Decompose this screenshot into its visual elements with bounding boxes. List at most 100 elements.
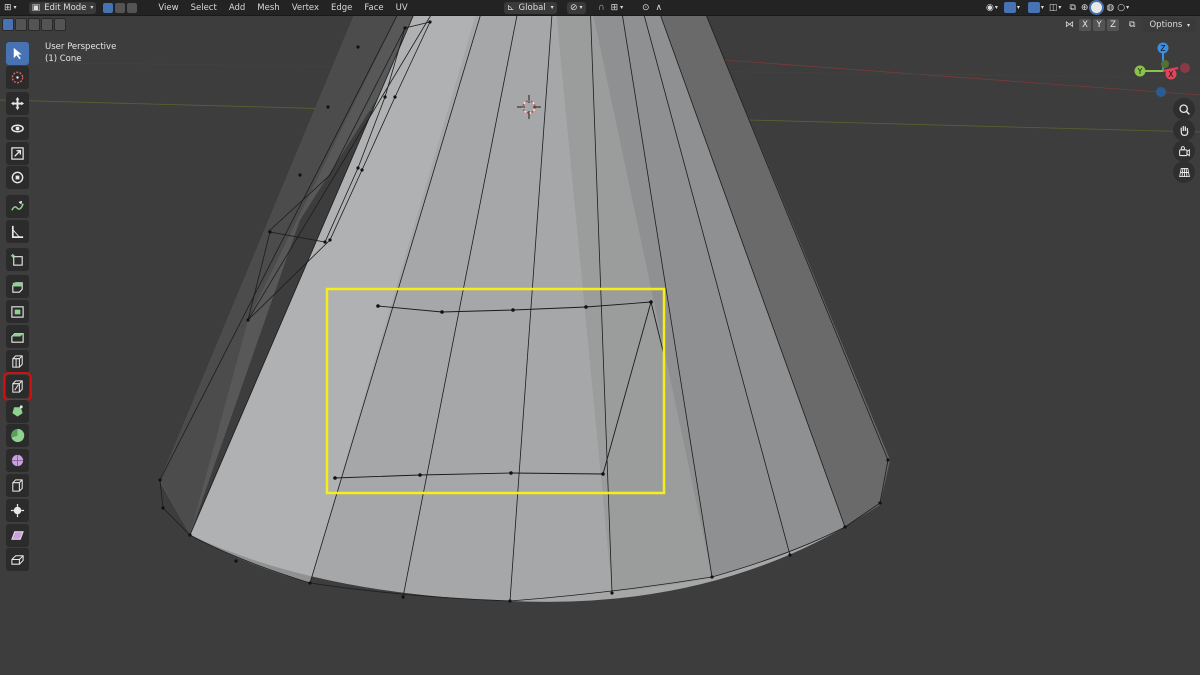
- menu-edge[interactable]: Edge: [325, 3, 358, 13]
- ruler-icon: [11, 225, 24, 238]
- proportional-edit-icon[interactable]: ⊙: [642, 3, 650, 13]
- mode-dropdown[interactable]: ▣ Edit Mode ▾: [28, 1, 97, 14]
- chevron-down-icon: ▾: [90, 3, 94, 11]
- overlays-toggle-icon[interactable]: [1027, 2, 1040, 13]
- rip-region-icon: [11, 555, 24, 565]
- cursor-tool[interactable]: [6, 66, 29, 89]
- gizmo-neg-y[interactable]: [1161, 60, 1169, 68]
- annotate-tool[interactable]: [6, 195, 29, 218]
- menu-vertex[interactable]: Vertex: [286, 3, 325, 13]
- edge-select-button[interactable]: [115, 2, 126, 13]
- bevel-tool[interactable]: [6, 325, 29, 348]
- menu-mesh[interactable]: Mesh: [251, 3, 285, 13]
- navigation-gizmo[interactable]: Z Y X: [1130, 38, 1196, 104]
- rip-region-tool[interactable]: [6, 548, 29, 571]
- menu-uv[interactable]: UV: [390, 3, 414, 13]
- spin-tool[interactable]: [6, 424, 29, 447]
- gizmo-toggle-icon[interactable]: [1003, 2, 1016, 13]
- select-invert-button[interactable]: [41, 18, 53, 31]
- edge-slide-tool[interactable]: [6, 474, 29, 497]
- zoom-button[interactable]: [1173, 98, 1195, 120]
- gizmo-neg-x[interactable]: [1180, 63, 1190, 73]
- move-arrows-icon: [10, 96, 25, 111]
- snap-target-icon[interactable]: ⊞: [611, 3, 619, 13]
- chevron-down-icon: ▾: [1126, 3, 1130, 11]
- solid-shading-icon[interactable]: [1091, 2, 1103, 13]
- chevron-down-icon: ▾: [994, 3, 998, 11]
- add-cube-tool[interactable]: [6, 248, 29, 271]
- chevron-down-icon: ▾: [13, 3, 17, 11]
- gizmo-z-label: Z: [1160, 44, 1165, 53]
- chevron-down-icon: ▾: [1186, 22, 1190, 29]
- select-intersect-button[interactable]: [54, 18, 66, 31]
- shear-icon: [11, 531, 24, 540]
- shear-tool[interactable]: [6, 524, 29, 547]
- 3d-cursor-icon: [11, 71, 24, 84]
- chevron-down-icon: ▾: [1016, 3, 1020, 11]
- mirror-icon: ⋈: [1065, 20, 1075, 30]
- select-extend-button[interactable]: [15, 18, 27, 31]
- mirror-x-button[interactable]: X: [1079, 19, 1092, 31]
- measure-tool[interactable]: [6, 220, 29, 243]
- select-cursor-icon: [13, 47, 22, 60]
- rotate-tool[interactable]: [6, 117, 29, 140]
- transform-tool[interactable]: [6, 166, 29, 189]
- mirror-y-button[interactable]: Y: [1093, 19, 1106, 31]
- extrude-region-tool[interactable]: [6, 275, 29, 298]
- transform-orientation-dropdown[interactable]: ⊾ Global ▾: [504, 1, 557, 14]
- smooth-tool[interactable]: [6, 449, 29, 472]
- mesh-edit-overlay-icon[interactable]: ◫: [1049, 3, 1058, 13]
- wireframe-shading-icon[interactable]: ⊕: [1081, 3, 1089, 13]
- move-tool[interactable]: [6, 92, 29, 115]
- options-dropdown[interactable]: Options ▾: [1143, 18, 1196, 32]
- editor-type-button[interactable]: ⊞ ▾: [1, 2, 20, 14]
- gizmo-neg-z[interactable]: [1156, 87, 1166, 97]
- gizmo-y-label: Y: [1137, 67, 1143, 76]
- face-select-button[interactable]: [127, 2, 138, 13]
- xray-toggle-icon[interactable]: ⧉: [1069, 3, 1075, 13]
- chevron-down-icon: ▾: [1040, 3, 1044, 11]
- menu-bar: View Select Add Mesh Vertex Edge Face UV: [152, 3, 413, 13]
- rendered-shading-icon[interactable]: ○: [1117, 3, 1125, 13]
- right-header-group: ◉ ▾ ▾ ▾ ◫ ▾ ⧉ ⊕ ◍ ○ ▾: [983, 2, 1132, 14]
- scale-icon: [11, 147, 24, 160]
- menu-face[interactable]: Face: [358, 3, 389, 13]
- loop-cut-icon: [12, 355, 23, 368]
- menu-view[interactable]: View: [152, 3, 184, 13]
- pan-button[interactable]: [1173, 119, 1195, 141]
- select-box-tool[interactable]: [6, 42, 29, 65]
- magnet-icon[interactable]: ∩: [598, 3, 605, 13]
- poly-build-tool[interactable]: [6, 400, 29, 423]
- perspective-toggle-button[interactable]: [1173, 161, 1195, 183]
- bevel-icon: [11, 333, 24, 343]
- inset-faces-tool[interactable]: [6, 300, 29, 323]
- edge-slide-icon: [12, 479, 23, 492]
- select-new-button[interactable]: [2, 18, 14, 31]
- header-bar: ⊞ ▾ ▣ Edit Mode ▾ View Select Add Mesh V…: [0, 0, 1200, 16]
- select-subtract-button[interactable]: [28, 18, 40, 31]
- object-label: (1) Cone: [45, 54, 82, 64]
- camera-icon: [1178, 145, 1190, 156]
- knife-tool[interactable]: [3, 372, 32, 401]
- mirror-z-button[interactable]: Z: [1107, 19, 1120, 31]
- material-preview-icon[interactable]: ◍: [1106, 3, 1114, 13]
- viewport-3d[interactable]: [0, 0, 1200, 675]
- vertex-select-button[interactable]: [103, 2, 114, 13]
- select-mode-group: [99, 2, 141, 14]
- auto-merge-icon[interactable]: ⧉: [1129, 20, 1135, 30]
- visibility-eye-icon[interactable]: ◉: [986, 3, 994, 13]
- menu-add[interactable]: Add: [223, 3, 251, 13]
- poly-build-icon: [11, 405, 24, 418]
- mirror-options-row: ⋈ X Y Z ⧉ Options ▾: [1065, 18, 1196, 32]
- shrink-fatten-tool[interactable]: [6, 499, 29, 522]
- rotate-icon: [11, 124, 24, 133]
- camera-view-button[interactable]: [1173, 140, 1195, 162]
- transform-icon: [11, 171, 24, 184]
- chevron-down-icon: ▾: [579, 3, 583, 11]
- menu-select[interactable]: Select: [185, 3, 223, 13]
- falloff-curve-icon[interactable]: ∧: [656, 3, 663, 13]
- scale-tool[interactable]: [6, 142, 29, 165]
- pivot-point-dropdown[interactable]: ⊘ ▾: [567, 1, 586, 14]
- orientation-icon: ⊾: [507, 2, 515, 13]
- loop-cut-tool[interactable]: [6, 350, 29, 373]
